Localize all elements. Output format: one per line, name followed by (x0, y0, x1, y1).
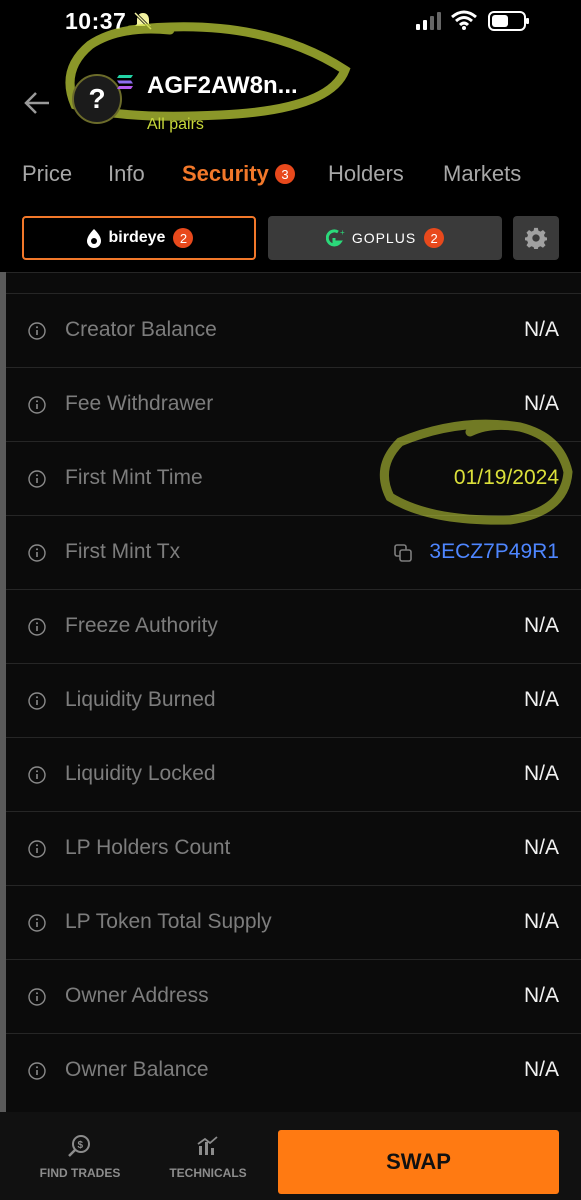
tab-holders[interactable]: Holders (328, 161, 404, 187)
row-label: LP Token Total Supply (65, 910, 272, 933)
tab-price[interactable]: Price (22, 161, 72, 187)
tab-markets[interactable]: Markets (443, 161, 521, 187)
row-label: Liquidity Burned (65, 688, 216, 711)
row-value: N/A (523, 614, 559, 637)
row-value: N/A (523, 984, 559, 1007)
row-value: N/A (523, 836, 559, 859)
row-fee-withdrawer: Fee Withdrawer N/A (6, 367, 581, 441)
info-icon[interactable] (28, 322, 46, 340)
row-label: Liquidity Locked (65, 762, 216, 785)
row-value: 01/19/2024 (453, 466, 559, 489)
first-mint-tx-link[interactable]: 3ECZ7P49R1 (429, 540, 559, 564)
row-owner-balance: Owner Balance N/A (6, 1033, 581, 1107)
row-label: First Mint Time (65, 466, 203, 489)
clock: 10:37 (65, 8, 127, 34)
provider-selector: birdeye 2 + GOPLUS 2 (0, 214, 581, 266)
security-tab-badge: 3 (275, 164, 295, 184)
info-icon[interactable] (28, 618, 46, 636)
row-value: N/A (523, 762, 559, 785)
find-trades-icon: $ (68, 1135, 90, 1157)
silent-bell-icon (133, 11, 153, 31)
info-icon[interactable] (28, 766, 46, 784)
row-value: N/A (523, 688, 559, 711)
row-label: Creator Balance (65, 318, 217, 341)
row-lp-token-total-supply: LP Token Total Supply N/A (6, 885, 581, 959)
info-icon[interactable] (28, 544, 46, 562)
info-icon[interactable] (28, 840, 46, 858)
row-label: Owner Address (65, 984, 209, 1007)
tab-security[interactable]: Security (182, 161, 269, 187)
swap-button[interactable]: SWAP (278, 1130, 559, 1194)
settings-button[interactable] (513, 216, 559, 260)
row-value: N/A (523, 392, 559, 415)
row-label: LP Holders Count (65, 836, 231, 859)
signal-icon (416, 12, 441, 30)
row-label: First Mint Tx (65, 540, 181, 563)
token-avatar: ? (72, 74, 122, 124)
status-bar: 10:37 (0, 0, 581, 44)
bottom-bar: $ FIND TRADES TECHNICALS SWAP (0, 1112, 581, 1200)
copy-icon[interactable] (393, 543, 413, 563)
birdeye-provider-button[interactable]: birdeye 2 (22, 216, 256, 260)
wifi-icon (451, 10, 477, 30)
info-icon[interactable] (28, 914, 46, 932)
back-arrow-icon[interactable] (22, 88, 52, 118)
gear-icon (525, 227, 547, 249)
token-name: AGF2AW8n... (147, 72, 298, 99)
svg-text:+: + (340, 229, 345, 237)
battery-icon (488, 11, 529, 31)
list-row-partial (6, 272, 581, 293)
row-label: Owner Balance (65, 1058, 209, 1081)
goplus-badge: 2 (424, 228, 445, 248)
info-icon[interactable] (28, 692, 46, 710)
goplus-provider-button[interactable]: + GOPLUS 2 (268, 216, 502, 260)
birdeye-logo-icon (86, 229, 101, 248)
row-liquidity-burned: Liquidity Burned N/A (6, 663, 581, 737)
row-label: Fee Withdrawer (65, 392, 214, 415)
find-trades-button[interactable]: $ FIND TRADES (20, 1134, 140, 1180)
row-value: N/A (523, 318, 559, 341)
row-freeze-authority: Freeze Authority N/A (6, 589, 581, 663)
row-value: N/A (523, 910, 559, 933)
row-owner-address: Owner Address N/A (6, 959, 581, 1033)
info-icon[interactable] (28, 470, 46, 488)
tab-info[interactable]: Info (108, 161, 145, 187)
technicals-label: TECHNICALS (169, 1166, 247, 1180)
row-value: N/A (523, 1058, 559, 1081)
technicals-button[interactable]: TECHNICALS (148, 1134, 268, 1180)
birdeye-label: birdeye (108, 229, 166, 246)
info-icon[interactable] (28, 396, 46, 414)
birdeye-badge: 2 (173, 228, 194, 248)
find-trades-label: FIND TRADES (39, 1166, 121, 1180)
row-label: Freeze Authority (65, 614, 218, 637)
row-liquidity-locked: Liquidity Locked N/A (6, 737, 581, 811)
goplus-logo-icon: + (325, 229, 345, 247)
all-pairs-link[interactable]: All pairs (147, 116, 204, 134)
row-first-mint-tx: First Mint Tx 3ECZ7P49R1 (6, 515, 581, 589)
row-creator-balance: Creator Balance N/A (6, 293, 581, 367)
goplus-label: GOPLUS (351, 230, 417, 246)
token-avatar-symbol: ? (88, 83, 106, 114)
row-lp-holders-count: LP Holders Count N/A (6, 811, 581, 885)
svg-text:$: $ (78, 1140, 84, 1151)
row-first-mint-time: First Mint Time 01/19/2024 (6, 441, 581, 515)
info-icon[interactable] (28, 1062, 46, 1080)
info-icon[interactable] (28, 988, 46, 1006)
chart-icon (197, 1136, 218, 1155)
solana-icon (117, 75, 133, 89)
